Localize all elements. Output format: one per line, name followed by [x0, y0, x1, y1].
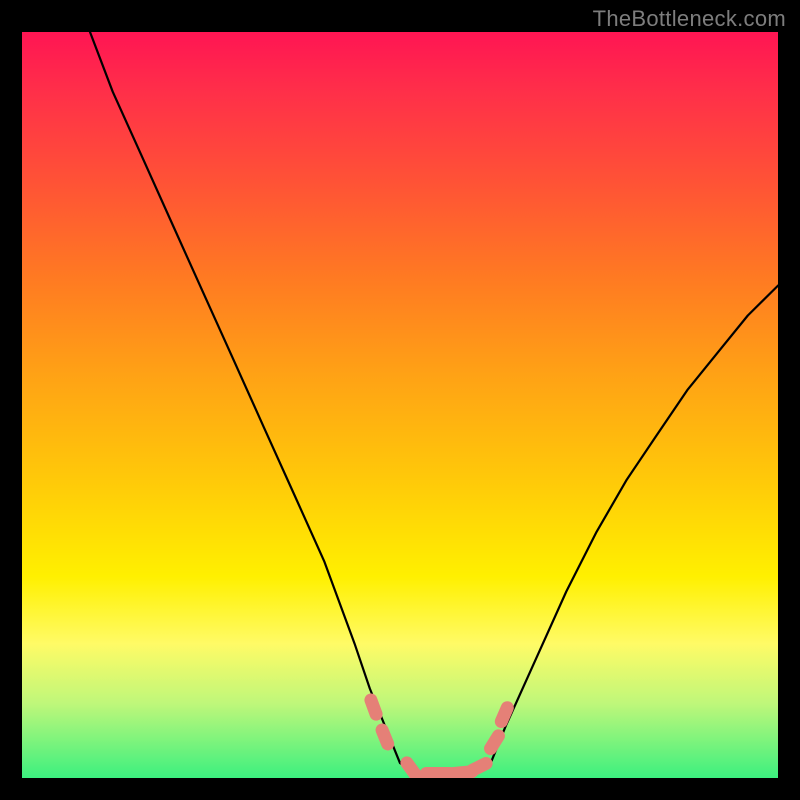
trough-marker: [493, 699, 516, 730]
trough-marker: [464, 755, 495, 778]
trough-marker: [374, 722, 397, 753]
trough-marker: [363, 692, 385, 723]
attribution-text: TheBottleneck.com: [593, 6, 786, 32]
plot-area: [22, 32, 778, 778]
chart-frame: TheBottleneck.com: [0, 0, 800, 800]
bottleneck-curve: [22, 32, 778, 778]
